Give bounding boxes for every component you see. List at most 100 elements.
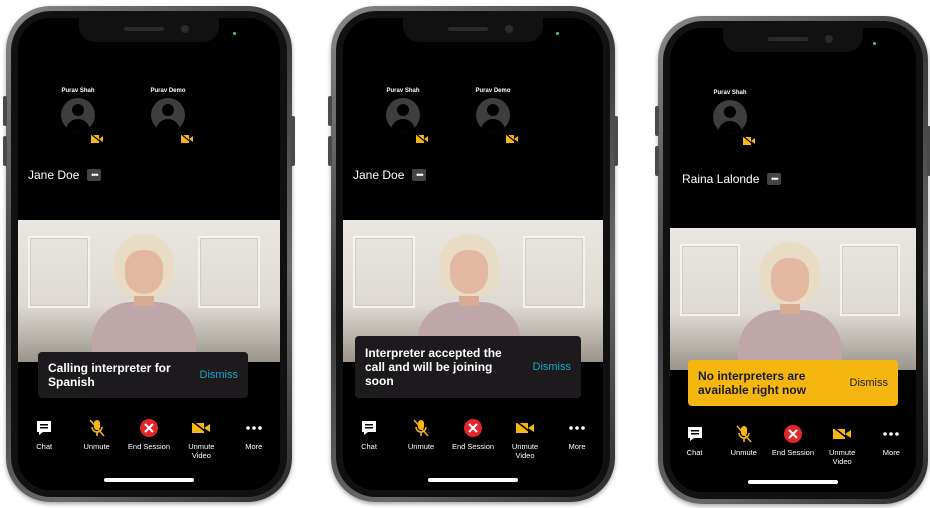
participant-tile[interactable]: Purav Shah (28, 88, 128, 144)
end-session-label: End Session (771, 448, 815, 457)
phone-screen: Purav Shah Raina Lalonde ••• No interpre… (670, 28, 916, 492)
banner-message: Calling interpreter for Spanish (48, 361, 171, 389)
dismiss-button[interactable]: Dismiss (850, 377, 889, 389)
video-feed (670, 228, 916, 370)
video-off-icon (515, 420, 535, 436)
unmute-label: Unmute (407, 442, 435, 451)
participant-tile[interactable]: Purav Demo (443, 88, 543, 144)
end-session-button[interactable]: End Session (450, 418, 496, 460)
more-button[interactable]: More (868, 424, 914, 466)
unmute-button[interactable]: Unmute (74, 418, 120, 460)
video-off-icon (416, 134, 428, 144)
active-speaker-name: Raina Lalonde (682, 172, 760, 186)
video-off-icon (506, 134, 518, 144)
video-off-icon (91, 134, 103, 144)
ellipsis-icon[interactable]: ••• (87, 169, 102, 181)
call-toolbar: Chat Unmute End Session Unmute Video Mor… (670, 424, 916, 466)
participant-tile[interactable]: Purav Shah (353, 88, 453, 144)
more-label: More (245, 442, 263, 451)
home-indicator[interactable] (748, 480, 838, 484)
chat-icon (362, 421, 376, 435)
unmute-video-label: Unmute Video (511, 442, 539, 460)
participant-name: Purav Shah (61, 88, 95, 94)
avatar-icon (151, 98, 185, 132)
participant-video-image (84, 226, 204, 362)
notch (403, 18, 543, 42)
end-session-button[interactable]: End Session (126, 418, 172, 460)
participant-name: Purav Demo (475, 88, 511, 94)
ellipsis-icon (569, 426, 585, 430)
chat-label: Chat (686, 448, 703, 457)
avatar-icon (476, 98, 510, 132)
close-circle-icon (464, 419, 482, 437)
chat-button[interactable]: Chat (672, 424, 718, 466)
video-off-icon (181, 134, 193, 144)
chat-icon (687, 427, 702, 441)
notification-banner: Interpreter accepted the call and will b… (355, 336, 581, 398)
mic-off-icon (89, 419, 105, 437)
active-speaker-row: Raina Lalonde ••• (682, 172, 782, 186)
chat-button[interactable]: Chat (346, 418, 392, 460)
call-toolbar: Chat Unmute End Session Unmute Video Mor… (343, 418, 603, 460)
active-speaker-name: Jane Doe (28, 168, 80, 182)
avatar-icon (386, 98, 420, 132)
more-label: More (882, 448, 900, 457)
participant-video-image (730, 234, 850, 370)
active-speaker-row: Jane Doe ••• (353, 168, 427, 182)
notification-banner: Calling interpreter for Spanish Dismiss (38, 352, 248, 398)
unmute-video-label: Unmute Video (829, 448, 856, 466)
unmute-label: Unmute (730, 448, 757, 457)
home-indicator[interactable] (428, 478, 518, 482)
banner-message: No interpreters are available right now (698, 369, 807, 397)
participant-tile[interactable]: Purav Shah (680, 90, 780, 146)
banner-message: Interpreter accepted the call and will b… (365, 346, 502, 388)
mic-off-icon (736, 425, 752, 443)
video-off-icon (191, 420, 211, 436)
dismiss-button[interactable]: Dismiss (200, 369, 239, 381)
video-feed (18, 220, 280, 362)
phone-1: Purav Shah Purav Demo Jane Doe ••• Calli… (3, 6, 295, 502)
unmute-video-button[interactable]: Unmute Video (819, 424, 865, 466)
unmute-button[interactable]: Unmute (398, 418, 444, 460)
participant-name: Purav Shah (713, 90, 747, 96)
call-toolbar: Chat Unmute End Session Unmute Video Mor… (18, 418, 280, 460)
more-button[interactable]: More (554, 418, 600, 460)
video-off-icon (832, 426, 852, 442)
chat-icon (37, 421, 52, 435)
participant-tile[interactable]: Purav Demo (118, 88, 218, 144)
chat-button[interactable]: Chat (21, 418, 67, 460)
avatar-icon (61, 98, 95, 132)
notch (723, 28, 863, 52)
more-label: More (568, 442, 586, 451)
avatar-icon (713, 100, 747, 134)
unmute-video-label: Unmute Video (188, 442, 215, 460)
phone-2: Purav Shah Purav Demo Jane Doe ••• Inter… (328, 6, 618, 502)
phone-screen: Purav Shah Purav Demo Jane Doe ••• (343, 18, 603, 490)
video-off-icon (743, 136, 755, 146)
unmute-label: Unmute (83, 442, 110, 451)
end-session-label: End Session (451, 442, 495, 451)
chat-label: Chat (361, 442, 377, 451)
phone-screen: Purav Shah Purav Demo Jane Doe ••• (18, 18, 280, 490)
participant-name: Purav Demo (150, 88, 186, 94)
unmute-video-button[interactable]: Unmute Video (178, 418, 224, 460)
notch (79, 18, 219, 42)
end-session-button[interactable]: End Session (770, 424, 816, 466)
more-button[interactable]: More (231, 418, 277, 460)
dismiss-button[interactable]: Dismiss (533, 361, 572, 373)
active-speaker-row: Jane Doe ••• (28, 168, 102, 182)
ellipsis-icon (883, 432, 900, 436)
active-speaker-name: Jane Doe (353, 168, 405, 182)
participant-name: Purav Shah (386, 88, 420, 94)
home-indicator[interactable] (104, 478, 194, 482)
unmute-button[interactable]: Unmute (721, 424, 767, 466)
unmute-video-button[interactable]: Unmute Video (502, 418, 548, 460)
close-circle-icon (139, 419, 158, 437)
close-circle-icon (783, 425, 802, 443)
notification-banner: No interpreters are available right now … (688, 360, 898, 406)
ellipsis-icon[interactable]: ••• (412, 169, 427, 181)
mic-off-icon (413, 419, 429, 437)
phone-3: Purav Shah Raina Lalonde ••• No interpre… (655, 16, 930, 504)
ellipsis-icon[interactable]: ••• (767, 173, 782, 185)
ellipsis-icon (245, 426, 262, 430)
